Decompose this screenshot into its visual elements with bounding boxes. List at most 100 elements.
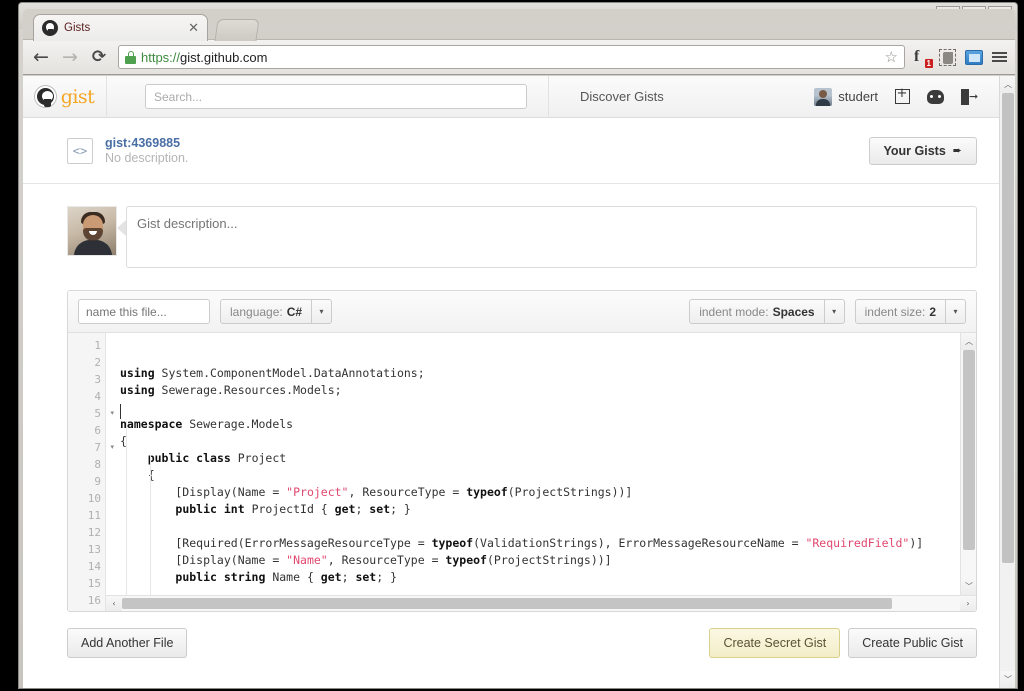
language-select-label: language: C# <box>220 299 313 324</box>
line-number: 15 <box>87 577 101 590</box>
bookmark-star-icon[interactable]: ☆ <box>885 48 898 66</box>
chevron-down-icon[interactable]: ▾ <box>824 299 845 324</box>
editor-horizontal-scrollbar[interactable]: ‹ › <box>106 595 976 611</box>
horizontal-scroll-track[interactable] <box>122 596 960 611</box>
line-number: 14 <box>87 560 101 573</box>
create-public-gist-button[interactable]: Create Public Gist <box>848 628 977 658</box>
code-token: public int <box>175 502 245 516</box>
page-scroll-up-icon[interactable]: ︿ <box>1000 76 1015 93</box>
code-token: public string <box>175 570 266 584</box>
close-tab-icon[interactable]: ✕ <box>184 20 199 36</box>
facebook-extension-icon[interactable]: f1 <box>914 48 933 68</box>
line-number: 10 <box>87 492 101 505</box>
chevron-down-icon[interactable]: ▾ <box>312 299 333 324</box>
page-scrollbar[interactable]: ︿ ﹀ <box>999 76 1015 688</box>
code-token: ProjectId { <box>244 502 335 516</box>
octocat-icon <box>34 86 56 107</box>
github-icon[interactable] <box>927 89 944 104</box>
browser-window: Gists ✕ ← → ⟳ https://gist.github.com ☆ … <box>23 9 1015 688</box>
editor-vertical-scrollbar[interactable]: ︿ ﹀ <box>960 333 976 595</box>
vertical-scroll-thumb[interactable] <box>963 350 975 550</box>
indent-size-select[interactable]: indent size: 2 ▾ <box>854 299 966 324</box>
address-bar[interactable]: https://gist.github.com ☆ <box>118 45 905 69</box>
code-line: using System.ComponentModel.DataAnnotati… <box>120 365 976 382</box>
user-menu[interactable]: studert <box>814 87 878 106</box>
gist-description-input[interactable] <box>126 206 977 268</box>
header-divider <box>548 76 549 118</box>
filename-input[interactable] <box>78 299 210 324</box>
line-number: 1 <box>94 339 101 352</box>
code-line: [Display(Name = "Project", ResourceType … <box>120 484 976 501</box>
lock-icon <box>125 50 136 64</box>
reload-button[interactable]: ⟳ <box>89 48 109 66</box>
forward-button[interactable]: → <box>60 47 80 67</box>
line-number: 7 ▾ <box>94 441 114 454</box>
site-header: gist Search... Discover Gists studert + … <box>23 76 999 118</box>
scroll-up-icon[interactable]: ︿ <box>961 333 976 350</box>
code-token: System.ComponentModel.DataAnnotations; <box>154 366 425 380</box>
your-gists-label: Your Gists <box>883 143 946 158</box>
code-line: public class Project <box>120 450 976 467</box>
sign-out-icon[interactable]: ➞ <box>961 88 978 105</box>
user-avatar-large <box>67 206 117 256</box>
line-number: 5 ▾ <box>94 407 114 420</box>
chevron-down-icon[interactable]: ▾ <box>946 299 966 324</box>
new-gist-icon[interactable] <box>895 86 910 104</box>
add-another-file-button[interactable]: Add Another File <box>67 628 188 658</box>
gist-id-link[interactable]: gist:4369885 <box>105 136 188 150</box>
chrome-menu-icon[interactable] <box>992 52 1007 62</box>
line-number: 9 <box>94 475 101 488</box>
code-token: Project <box>230 451 287 465</box>
browser-toolbar: ← → ⟳ https://gist.github.com ☆ f1 <box>23 39 1015 75</box>
line-number: 16 <box>87 594 101 607</box>
page-scroll-down-icon[interactable]: ﹀ <box>1000 671 1015 688</box>
horizontal-scroll-thumb[interactable] <box>122 598 892 609</box>
code-token: using <box>120 383 155 397</box>
code-editor[interactable]: 12345▾67▾8910111213141516171819 using Sy… <box>68 333 976 611</box>
evernote-clipper-icon[interactable] <box>939 48 956 66</box>
gist-info-bar: <> gist:4369885 No description. Your Gis… <box>23 118 999 184</box>
browser-tab-gists[interactable]: Gists ✕ <box>33 14 208 41</box>
line-number: 12 <box>87 526 101 539</box>
code-line: public string Name { get; set; } <box>120 569 976 586</box>
create-secret-gist-button[interactable]: Create Secret Gist <box>709 628 841 658</box>
gist-logo[interactable]: gist <box>23 76 107 118</box>
back-button[interactable]: ← <box>31 47 51 67</box>
indent-mode-select-label: indent mode: Spaces <box>689 299 825 324</box>
header-actions: studert ➞ <box>814 86 978 106</box>
code-token: (ValidationStrings), ErrorMessageResourc… <box>473 536 806 550</box>
gist-description-text: No description. <box>105 151 189 165</box>
scroll-down-icon[interactable]: ﹀ <box>961 578 976 595</box>
code-token: "RequiredField" <box>805 536 910 550</box>
search-placeholder: Search... <box>154 89 203 104</box>
code-token: set <box>355 570 377 584</box>
new-tab-button[interactable] <box>214 19 260 41</box>
indent-mode-label: indent mode: <box>699 304 769 319</box>
code-token: [Required(ErrorMessageResourceType = <box>120 536 432 550</box>
your-gists-button[interactable]: Your Gists ➨ <box>868 136 977 165</box>
discover-gists-link[interactable]: Discover Gists <box>580 89 664 104</box>
code-token: public class <box>147 451 231 465</box>
code-token: get <box>320 570 342 584</box>
scroll-left-icon[interactable]: ‹ <box>106 596 122 611</box>
search-input[interactable]: Search... <box>145 84 527 109</box>
os-window: ▭ ▣ ✕ Gists ✕ ← → ⟳ https://gist.github.… <box>18 2 1018 689</box>
code-line: { <box>120 433 976 450</box>
code-token: typeof <box>445 553 487 567</box>
language-select[interactable]: language: C# ▾ <box>220 299 333 324</box>
callout-arrow-icon <box>117 220 126 236</box>
page-scroll-thumb[interactable] <box>1002 93 1014 563</box>
line-number: 2 <box>94 356 101 369</box>
code-content[interactable]: using System.ComponentModel.DataAnnotati… <box>106 333 976 611</box>
indent-mode-select[interactable]: indent mode: Spaces ▾ <box>689 299 845 324</box>
code-token: "Name" <box>286 553 328 567</box>
blue-extension-icon[interactable] <box>965 49 983 65</box>
indent-size-value: 2 <box>929 304 936 319</box>
code-line: { <box>120 467 976 484</box>
text-cursor <box>120 404 121 419</box>
scroll-right-icon[interactable]: › <box>960 596 976 611</box>
line-number-gutter: 12345▾67▾8910111213141516171819 <box>68 333 114 611</box>
